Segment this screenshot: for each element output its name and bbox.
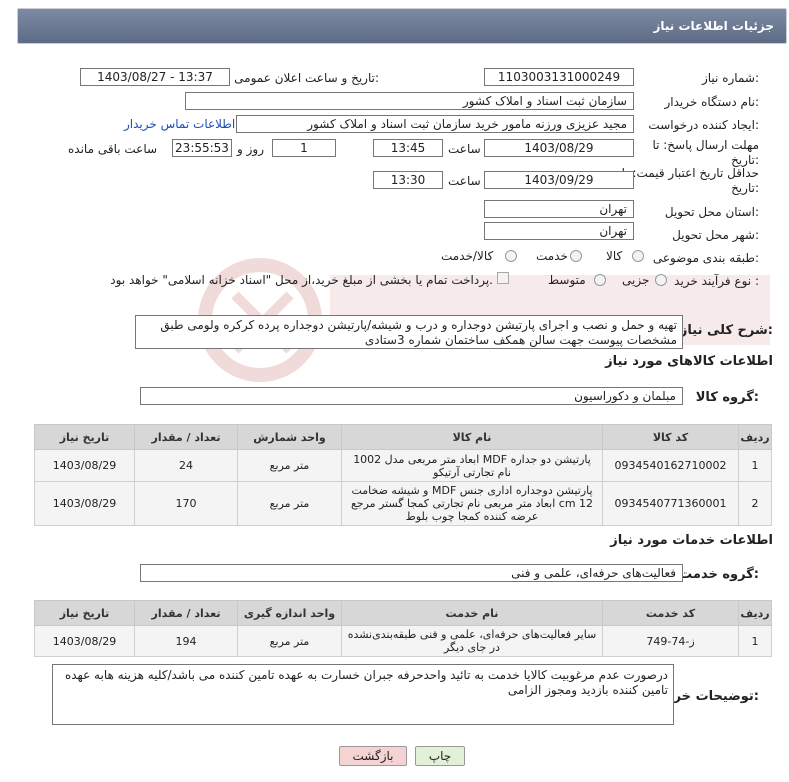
page-title: جزئیات اطلاعات نیاز — [653, 19, 774, 33]
services-col-row: ردیف — [738, 600, 772, 626]
goods-cell-unit: متر مربع — [237, 449, 342, 482]
goods-group-label: گروه کالا: — [695, 390, 759, 405]
validity-time-label: ساعت — [448, 174, 481, 188]
validity-date-field: 1403/09/29 — [484, 171, 634, 189]
deadline-time-label: ساعت — [448, 142, 481, 156]
services-cell-date: 1403/08/29 — [34, 625, 135, 657]
back-button[interactable]: بازگشت — [339, 746, 407, 766]
category-option-goods-service: کالا/خدمت — [441, 249, 494, 263]
services-col-date: تاریخ نیاز — [34, 600, 135, 626]
print-button[interactable]: چاپ — [415, 746, 465, 766]
goods-cell-code: 0934540162710002 — [602, 449, 739, 482]
goods-cell-date: 1403/08/29 — [34, 449, 135, 482]
buyer-org-field: سازمان ثبت اسناد و املاک کشور — [185, 92, 634, 110]
description-textarea[interactable]: تهیه و حمل و نصب و اجرای پارتیشن دوجداره… — [135, 315, 683, 349]
deadline-label: مهلت ارسال پاسخ: تا — [652, 138, 759, 152]
goods-cell-row: 2 — [738, 481, 772, 526]
goods-cell-date: 1403/08/29 — [34, 481, 135, 526]
treasury-payment-note: پرداخت تمام یا بخشی از مبلغ خرید،از محل … — [110, 273, 493, 287]
goods-cell-qty: 24 — [134, 449, 238, 482]
deadline-time-field: 13:45 — [373, 139, 443, 157]
process-option-minor: جزیی — [622, 273, 650, 287]
table-row: 1 0934540162710002 پارتیشن دو جداره MDF … — [34, 449, 772, 482]
goods-cell-qty: 170 — [134, 481, 238, 526]
services-cell-row: 1 — [738, 625, 772, 657]
remaining-days-field: 1 — [272, 139, 336, 157]
goods-col-row: ردیف — [738, 424, 772, 450]
category-radio-goods[interactable] — [632, 250, 644, 262]
services-col-code: کد خدمت — [602, 600, 739, 626]
goods-cell-row: 1 — [738, 449, 772, 482]
requester-field: مجید عزیزی ورزنه مامور خرید سازمان ثبت ا… — [236, 115, 634, 133]
services-cell-name: سایر فعالیت‌های حرفه‌ای، علمی و فنی طبقه… — [341, 625, 603, 657]
requester-label: ایجاد کننده درخواست: — [648, 118, 759, 132]
goods-cell-unit: متر مربع — [237, 481, 342, 526]
goods-col-qty: تعداد / مقدار — [134, 424, 238, 450]
services-table: ردیف کد خدمت نام خدمت واحد اندازه گیری ت… — [34, 600, 772, 657]
services-col-name: نام خدمت — [341, 600, 603, 626]
goods-table: ردیف کد کالا نام کالا واحد شمارش تعداد /… — [34, 424, 772, 526]
services-section-title: اطلاعات خدمات مورد نیاز — [610, 533, 773, 548]
need-number-label: شماره نیاز: — [701, 71, 759, 85]
services-col-unit: واحد اندازه گیری — [237, 600, 342, 626]
category-label: طبقه بندی موضوعی: — [652, 251, 759, 265]
remaining-time-field: 23:55:53 — [172, 139, 232, 157]
goods-cell-code: 0934540771360001 — [602, 481, 739, 526]
category-radio-service[interactable] — [570, 250, 582, 262]
process-radio-minor[interactable] — [655, 274, 667, 286]
validity-time-field: 13:30 — [373, 171, 443, 189]
goods-section-title: اطلاعات کالاهای مورد نیاز — [605, 354, 773, 369]
services-col-qty: تعداد / مقدار — [134, 600, 238, 626]
buyer-notes-textarea[interactable]: درصورت عدم مرغوبیت کالایا خدمت به تائید … — [52, 664, 674, 725]
process-radio-medium[interactable] — [594, 274, 606, 286]
city-label: شهر محل تحویل: — [672, 228, 759, 242]
table-row: 1 ز-74-749 سایر فعالیت‌های حرفه‌ای، علمی… — [34, 625, 772, 657]
services-cell-code: ز-74-749 — [602, 625, 739, 657]
deadline-date-field: 1403/08/29 — [484, 139, 634, 157]
need-number-field: 1103003131000249 — [484, 68, 634, 86]
treasury-payment-checkbox[interactable] — [497, 272, 509, 284]
goods-cell-name: پارتیشن دوجداره اداری جنس MDF و شیشه ضخا… — [341, 481, 603, 526]
goods-col-name: نام کالا — [341, 424, 603, 450]
table-row: 2 0934540771360001 پارتیشن دوجداره اداری… — [34, 481, 772, 526]
goods-col-date: تاریخ نیاز — [34, 424, 135, 450]
category-option-service: خدمت — [536, 249, 568, 263]
city-field: تهران — [484, 222, 634, 240]
goods-col-unit: واحد شمارش — [237, 424, 342, 450]
goods-cell-name: پارتیشن دو جداره MDF ابعاد متر مربعی مدل… — [341, 449, 603, 482]
services-cell-qty: 194 — [134, 625, 238, 657]
buyer-org-label: نام دستگاه خریدار: — [664, 95, 760, 109]
goods-col-code: کد کالا — [602, 424, 739, 450]
validity-label: حداقل تاریخ اعتبار قیمت: تا — [621, 166, 759, 180]
announce-field: 1403/08/27 - 13:37 — [80, 68, 230, 86]
days-label: روز و — [237, 142, 264, 156]
category-option-goods: کالا — [606, 249, 623, 263]
province-label: استان محل تحویل: — [664, 205, 759, 219]
province-field: تهران — [484, 200, 634, 218]
buyer-contact-link[interactable]: اطلاعات تماس خریدار — [124, 117, 235, 131]
description-label: شرح کلی نیاز: — [679, 323, 773, 338]
category-radio-goods-service[interactable] — [505, 250, 517, 262]
services-group-field: فعالیت‌های حرفه‌ای، علمی و فنی — [140, 564, 683, 582]
goods-group-field: مبلمان و دکوراسیون — [140, 387, 683, 405]
announce-label: تاریخ و ساعت اعلان عمومی: — [234, 71, 379, 85]
process-label: نوع فرآیند خرید : — [674, 274, 759, 288]
remaining-label: ساعت باقی مانده — [68, 142, 158, 156]
process-option-medium: متوسط — [548, 273, 586, 287]
deadline-date-label: تاریخ: — [731, 153, 759, 167]
services-group-label: گروه خدمت: — [679, 567, 759, 582]
validity-date-label: تاریخ: — [731, 181, 759, 195]
services-cell-unit: متر مربع — [237, 625, 342, 657]
page-header: جزئیات اطلاعات نیاز — [17, 8, 787, 44]
